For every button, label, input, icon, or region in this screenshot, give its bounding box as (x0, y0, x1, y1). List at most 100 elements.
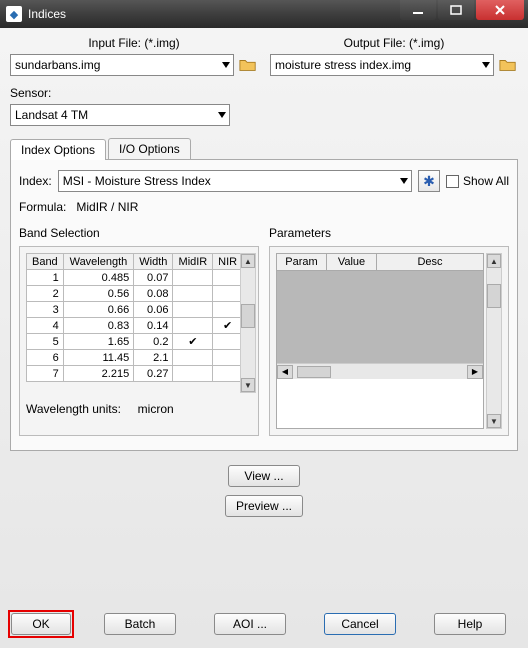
view-button[interactable]: View ... (228, 465, 300, 487)
cell-midir[interactable] (173, 270, 213, 286)
scroll-up-icon[interactable]: ▲ (241, 254, 255, 268)
cell-band[interactable]: 3 (27, 302, 64, 318)
chevron-down-icon (400, 178, 408, 184)
help-button[interactable]: Help (434, 613, 506, 635)
checkbox-icon (446, 175, 459, 188)
sensor-label: Sensor: (10, 86, 518, 100)
scroll-left-icon[interactable]: ◀ (277, 365, 293, 379)
tab-io-options[interactable]: I/O Options (108, 138, 191, 159)
cell-nir[interactable] (213, 334, 243, 350)
index-value: MSI - Moisture Stress Index (63, 174, 211, 188)
param-v-scrollbar[interactable]: ▲ ▼ (486, 253, 502, 429)
cell-width[interactable]: 0.27 (134, 366, 173, 382)
cell-wavelength[interactable]: 2.215 (63, 366, 134, 382)
chevron-down-icon (218, 112, 226, 118)
cell-midir[interactable] (173, 286, 213, 302)
cell-wavelength[interactable]: 0.83 (63, 318, 134, 334)
chevron-down-icon (482, 62, 490, 68)
cell-midir[interactable] (173, 366, 213, 382)
cell-wavelength[interactable]: 0.56 (63, 286, 134, 302)
window-title: Indices (28, 7, 66, 21)
band-table-scrollbar[interactable]: ▲ ▼ (240, 253, 256, 393)
col-nir[interactable]: NIR (213, 254, 243, 270)
table-row[interactable]: 10.4850.07 (27, 270, 243, 286)
col-value[interactable]: Value (327, 254, 377, 270)
cell-midir[interactable] (173, 350, 213, 366)
parameters-body (277, 271, 483, 363)
band-selection-label: Band Selection (19, 226, 259, 240)
cell-nir[interactable] (213, 286, 243, 302)
scroll-up-icon[interactable]: ▲ (487, 254, 501, 268)
col-width[interactable]: Width (134, 254, 173, 270)
scroll-down-icon[interactable]: ▼ (487, 414, 501, 428)
table-row[interactable]: 72.2150.27 (27, 366, 243, 382)
cell-midir[interactable] (173, 318, 213, 334)
cell-band[interactable]: 6 (27, 350, 64, 366)
show-all-checkbox[interactable]: Show All (446, 174, 509, 188)
cell-wavelength[interactable]: 11.45 (63, 350, 134, 366)
wavelength-units-value: micron (138, 402, 174, 416)
scroll-thumb[interactable] (241, 304, 255, 328)
cell-width[interactable]: 0.2 (134, 334, 173, 350)
output-file-combo[interactable]: moisture stress index.img (270, 54, 494, 76)
browse-input-file-button[interactable] (238, 55, 258, 75)
col-desc[interactable]: Desc (377, 254, 483, 270)
output-file-label: Output File: (*.img) (270, 36, 518, 50)
app-icon: ◆ (6, 6, 22, 22)
cell-width[interactable]: 0.08 (134, 286, 173, 302)
cell-band[interactable]: 5 (27, 334, 64, 350)
col-midir[interactable]: MidIR (173, 254, 213, 270)
scroll-thumb-h[interactable] (297, 366, 331, 378)
cell-band[interactable]: 1 (27, 270, 64, 286)
favorite-button[interactable]: ✱ (418, 170, 440, 192)
cell-band[interactable]: 7 (27, 366, 64, 382)
cell-nir[interactable] (213, 302, 243, 318)
window-minimize-button[interactable] (400, 0, 436, 20)
table-row[interactable]: 30.660.06 (27, 302, 243, 318)
tab-index-options[interactable]: Index Options (10, 139, 106, 160)
cell-width[interactable]: 2.1 (134, 350, 173, 366)
cell-band[interactable]: 4 (27, 318, 64, 334)
table-row[interactable]: 51.650.2✔ (27, 334, 243, 350)
cell-band[interactable]: 2 (27, 286, 64, 302)
aoi-button[interactable]: AOI ... (214, 613, 286, 635)
ok-button[interactable]: OK (11, 613, 71, 635)
parameters-table[interactable]: Param Value Desc ◀ ▶ (276, 253, 484, 429)
input-file-combo[interactable]: sundarbans.img (10, 54, 234, 76)
cell-midir[interactable]: ✔ (173, 334, 213, 350)
cell-wavelength[interactable]: 0.485 (63, 270, 134, 286)
sensor-combo[interactable]: Landsat 4 TM (10, 104, 230, 126)
browse-output-file-button[interactable] (498, 55, 518, 75)
col-band[interactable]: Band (27, 254, 64, 270)
show-all-label: Show All (463, 174, 509, 188)
table-row[interactable]: 40.830.14 ✔ (27, 318, 243, 334)
cell-width[interactable]: 0.06 (134, 302, 173, 318)
cell-width[interactable]: 0.07 (134, 270, 173, 286)
formula-value: MidIR / NIR (76, 200, 138, 214)
parameters-panel: Param Value Desc ◀ ▶ (269, 246, 509, 436)
window-maximize-button[interactable] (438, 0, 474, 20)
cancel-button[interactable]: Cancel (324, 613, 396, 635)
col-param[interactable]: Param (277, 254, 327, 270)
scroll-down-icon[interactable]: ▼ (241, 378, 255, 392)
cell-nir[interactable] (213, 366, 243, 382)
batch-button[interactable]: Batch (104, 613, 176, 635)
param-h-scrollbar[interactable]: ◀ ▶ (277, 363, 483, 379)
index-combo[interactable]: MSI - Moisture Stress Index (58, 170, 412, 192)
cell-nir[interactable] (213, 350, 243, 366)
scroll-thumb[interactable] (487, 284, 501, 308)
tab-content: Index: MSI - Moisture Stress Index ✱ Sho… (10, 160, 518, 451)
cell-nir[interactable]: ✔ (213, 318, 243, 334)
cell-wavelength[interactable]: 1.65 (63, 334, 134, 350)
cell-width[interactable]: 0.14 (134, 318, 173, 334)
band-table[interactable]: Band Wavelength Width MidIR NIR 10.4850.… (26, 253, 243, 382)
cell-midir[interactable] (173, 302, 213, 318)
table-row[interactable]: 20.560.08 (27, 286, 243, 302)
cell-wavelength[interactable]: 0.66 (63, 302, 134, 318)
scroll-right-icon[interactable]: ▶ (467, 365, 483, 379)
preview-button[interactable]: Preview ... (225, 495, 303, 517)
cell-nir[interactable] (213, 270, 243, 286)
col-wavelength[interactable]: Wavelength (63, 254, 134, 270)
window-close-button[interactable] (476, 0, 524, 20)
table-row[interactable]: 611.452.1 (27, 350, 243, 366)
